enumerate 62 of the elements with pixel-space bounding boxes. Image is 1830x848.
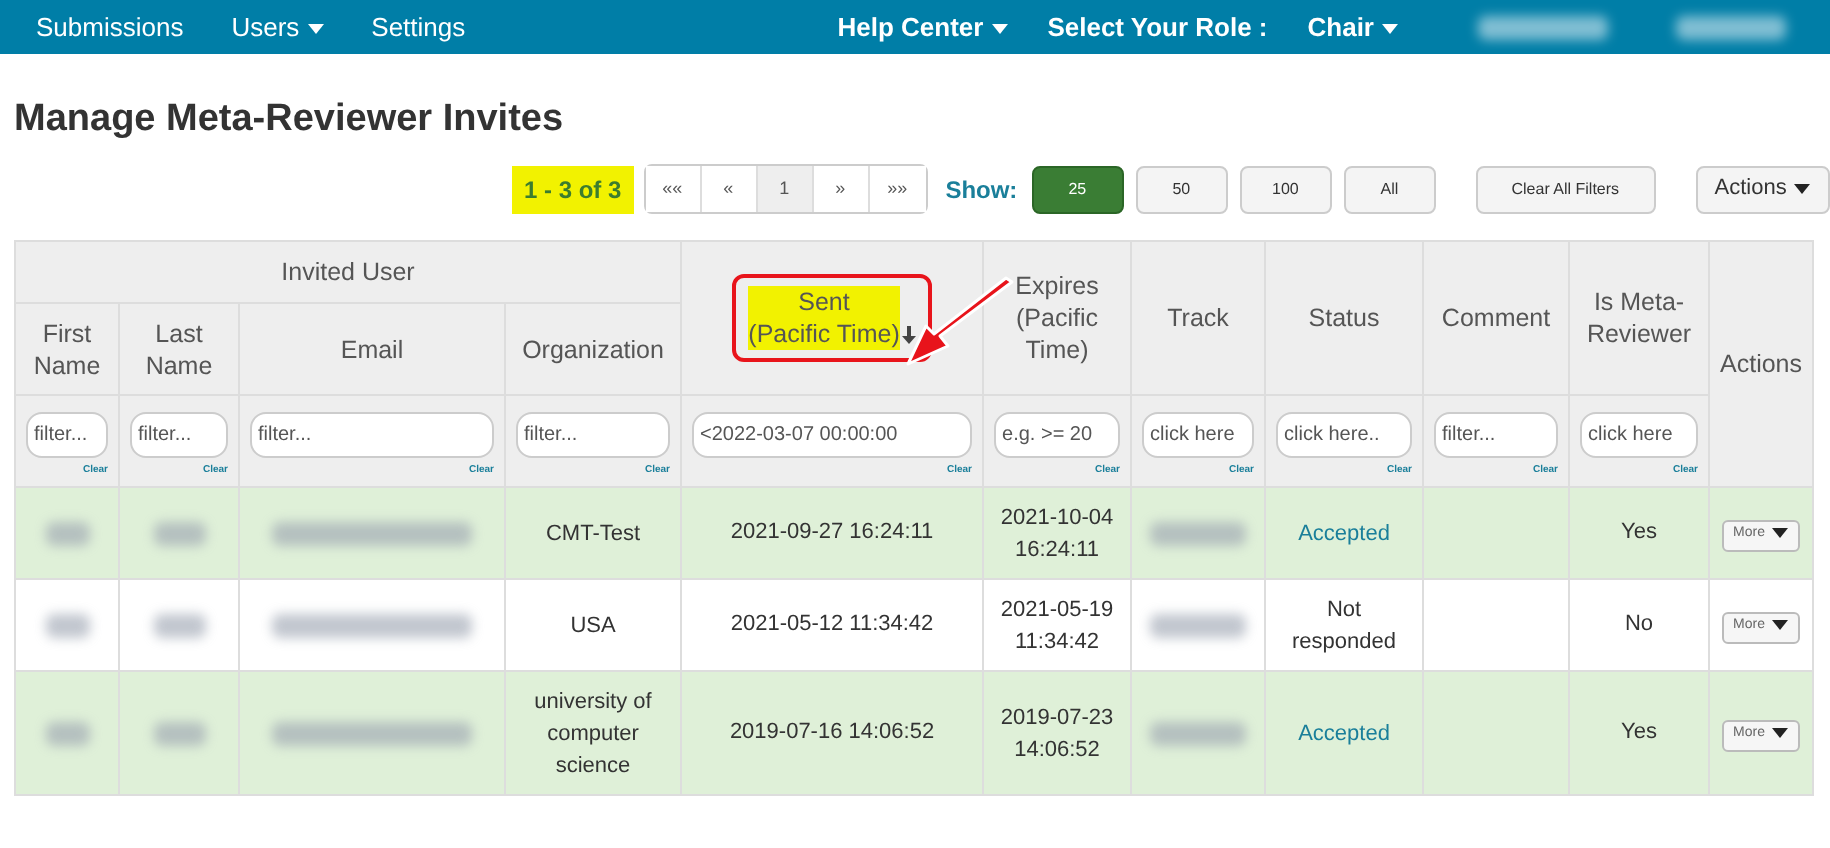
filter-field[interactable]: filter... (130, 412, 228, 458)
nav-link[interactable]: Select Your Role : (1047, 7, 1268, 47)
redacted-blur (45, 613, 89, 637)
filter-field[interactable]: e.g. >= 20 (994, 412, 1121, 458)
table-cell: 2019-07-16 14:06:52 (681, 671, 984, 795)
redacted-blur (153, 521, 205, 545)
redacted-blur (45, 721, 89, 745)
column-header: Status (1265, 241, 1424, 395)
show-label: Show: (945, 173, 1018, 207)
redacted-blur (153, 613, 205, 637)
page-size-button[interactable]: 50 (1135, 165, 1228, 213)
filter-field[interactable]: click here (1142, 412, 1255, 458)
nav-link[interactable]: Submissions (36, 7, 184, 47)
page-title: Manage Meta-Reviewer Invites (14, 96, 566, 144)
redacted-blur (1478, 15, 1608, 39)
page-size-button[interactable]: 100 (1239, 165, 1332, 213)
page-size-button[interactable]: All (1343, 165, 1436, 213)
highlighted-text: Sent (Pacific Time) (748, 286, 900, 350)
filter-field[interactable]: filter... (250, 412, 494, 458)
nav-link[interactable]: Help Center (837, 7, 1008, 47)
redacted-blur (1150, 521, 1247, 545)
redacted-blur (1150, 613, 1247, 637)
redacted-blur (1150, 721, 1247, 745)
filter-field[interactable]: <2022-03-07 00:00:00 (692, 412, 973, 458)
table-cell: university of computer science (505, 671, 682, 795)
filter-field[interactable]: filter... (26, 412, 108, 458)
caret-icon (1772, 528, 1789, 539)
table-cell: Accepted (1265, 671, 1424, 795)
page-size-button[interactable]: 25 (1031, 165, 1124, 213)
column-header: Email (239, 303, 505, 395)
column-header: Comment (1423, 241, 1570, 395)
nav-link[interactable]: Users (231, 7, 324, 47)
filter-field[interactable]: click here.. (1276, 412, 1413, 458)
clear-filters-button[interactable]: Clear All Filters (1475, 165, 1656, 213)
column-header: First Name (15, 303, 119, 395)
filter-field[interactable]: filter... (1434, 412, 1559, 458)
actions-button[interactable]: Actions (1695, 165, 1830, 213)
column-header: Actions (1709, 241, 1814, 487)
caret-icon (307, 23, 324, 34)
redacted-blur (153, 721, 205, 745)
caret-icon (991, 23, 1008, 34)
redacted-blur (1676, 15, 1786, 39)
filter-field[interactable]: click here (1580, 412, 1699, 458)
filter-field[interactable]: filter... (516, 412, 671, 458)
column-header[interactable]: Sent (Pacific Time) (681, 241, 984, 395)
column-group-header: Invited User (15, 241, 682, 303)
nav-link[interactable]: Chair (1307, 7, 1398, 47)
column-header: Track (1131, 241, 1266, 395)
sort-down-icon (901, 326, 916, 345)
caret-icon (1382, 23, 1398, 34)
pagination-button[interactable]: «« (645, 166, 702, 212)
pagination-button[interactable]: 1 (757, 166, 814, 212)
table-cell: Yes (1569, 671, 1710, 795)
nav-link[interactable]: Settings (371, 7, 466, 47)
record-count: 1 - 3 of 3 (512, 165, 634, 213)
redacted-blur (45, 521, 89, 545)
column-header: Is Meta-Reviewer (1569, 241, 1710, 395)
caret-icon (1772, 620, 1789, 631)
caret-icon (1794, 183, 1811, 194)
caret-icon (1772, 728, 1789, 739)
column-header: Last Name (119, 303, 239, 395)
table-cell: 2019-07-23 14:06:52 (983, 671, 1132, 795)
